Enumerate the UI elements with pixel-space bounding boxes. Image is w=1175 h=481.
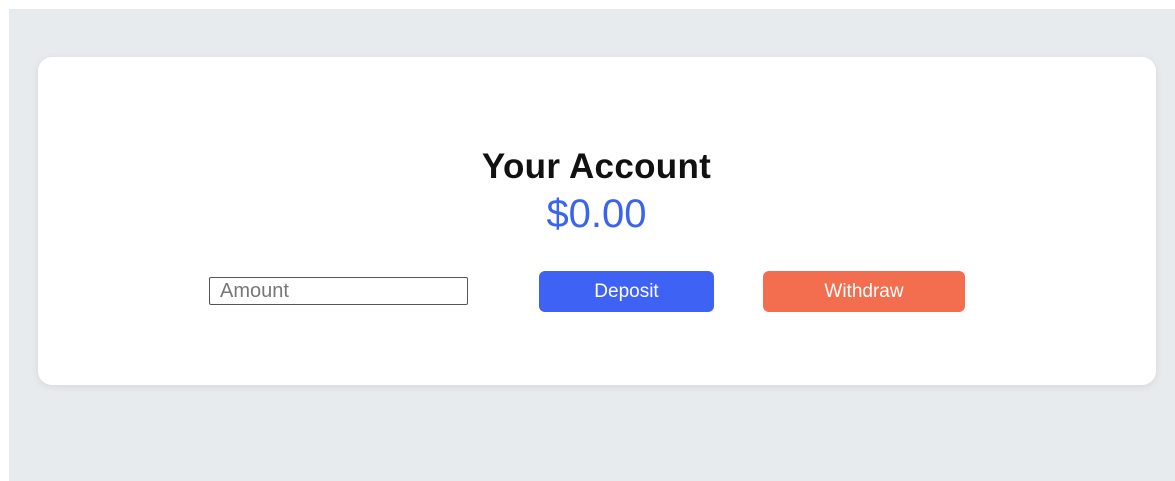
amount-input[interactable] bbox=[209, 277, 468, 305]
deposit-button[interactable]: Deposit bbox=[539, 271, 714, 312]
withdraw-button[interactable]: Withdraw bbox=[763, 271, 965, 312]
account-balance: $0.00 bbox=[546, 192, 647, 236]
account-title: Your Account bbox=[481, 147, 712, 187]
